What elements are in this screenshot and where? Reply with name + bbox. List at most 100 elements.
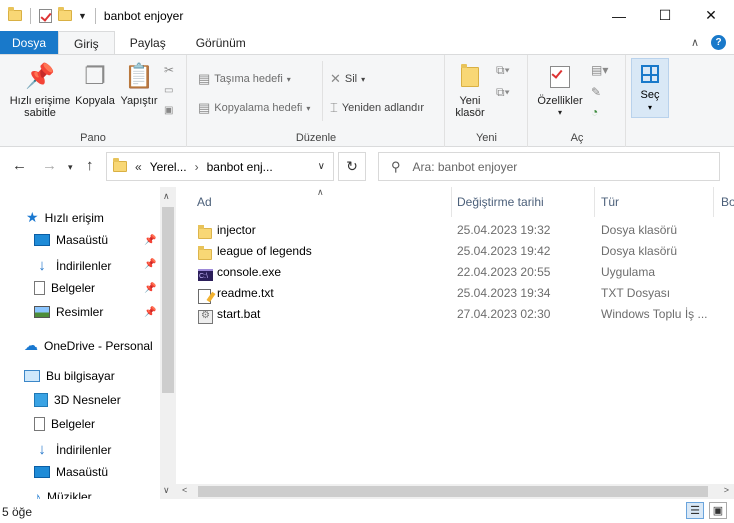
help-icon[interactable]: ? [711,35,726,50]
pin-icon: 📌 [25,63,55,90]
copy-button[interactable]: ❐ Kopyala [74,59,116,108]
table-row[interactable]: start.bat 27.04.2023 02:30 Windows Toplu… [176,304,734,325]
properties-check-icon[interactable] [39,8,52,23]
folder-icon [198,225,212,239]
column-header-name[interactable]: Ad [197,187,212,217]
collapse-ribbon-icon[interactable]: ∧ [691,36,699,49]
new-group: Yeni klasör ⧉▾ ⧉▾ Yeni [446,55,528,147]
back-arrow-icon[interactable]: ← [12,157,27,174]
column-header-type[interactable]: Tür [601,187,619,217]
new-folder-button[interactable]: Yeni klasör [450,59,490,119]
address-bar[interactable]: « Yerel... › banbot enj... ∨ [106,152,334,181]
copy-to-button[interactable]: ▤ Kopyalama hedefi ▾ [198,100,310,116]
download-arrow-icon: ↓ [38,257,46,274]
column-header-date[interactable]: Değiştirme tarihi [457,187,544,217]
up-arrow-icon[interactable]: ↑ [86,157,94,174]
scroll-down-arrow-icon[interactable]: ∨ [163,485,170,496]
breadcrumb-overflow[interactable]: « [135,160,142,174]
open-icon[interactable]: ▤▾ [591,63,608,77]
navigation-pane: ★ Hızlı erişim Masaüstü 📌 ↓ İndirilenler… [0,187,160,499]
file-name: injector [217,223,256,237]
rename-button[interactable]: ⌶ Yeniden adlandır [330,100,424,116]
pin-icon[interactable]: 📌 [144,259,156,270]
folder-icon [113,158,127,172]
nav-item-this-pc[interactable]: Bu bilgisayar [24,369,115,383]
breadcrumb-current[interactable]: banbot enj... [207,160,273,174]
pin-icon[interactable]: 📌 [144,307,156,318]
tab-home[interactable]: Giriş [58,31,115,55]
pin-quick-access-button[interactable]: 📌 Hızlı erişime sabitle [4,59,76,120]
search-input[interactable]: ⚲ Ara: banbot enjoyer [378,152,720,181]
scroll-left-arrow-icon[interactable]: < [182,485,187,495]
table-row[interactable]: C:\ console.exe 22.04.2023 20:55 Uygulam… [176,262,734,283]
customize-toolbar-dropdown-icon[interactable]: ▼ [78,11,87,21]
nav-item-3d-objects[interactable]: 3D Nesneler [34,393,121,407]
cut-icon[interactable]: ✂ [164,63,174,77]
scroll-right-arrow-icon[interactable]: > [724,485,729,495]
recent-locations-icon[interactable]: ▾ [68,162,73,173]
file-type: Dosya klasörü [601,223,678,237]
new-folder-icon[interactable] [58,7,72,21]
file-date: 25.04.2023 19:34 [457,286,551,300]
nav-item-music[interactable]: ♪ Müzikler [34,489,92,499]
dropdown-arrow-icon: ▾ [286,74,291,84]
dropdown-arrow-icon: ▾ [557,108,562,117]
table-row[interactable]: readme.txt 25.04.2023 19:34 TXT Dosyası [176,283,734,304]
refresh-button[interactable]: ↻ [338,152,366,181]
column-header-size[interactable]: Bo [721,187,734,217]
nav-pane-scrollbar[interactable]: ∧ ∨ [160,187,176,499]
easy-access-icon[interactable]: ⧉▾ [496,85,510,100]
tab-file[interactable]: Dosya [0,31,59,55]
dropdown-arrow-icon: ▾ [647,103,652,112]
delete-button[interactable]: ✕ Sil ▾ [330,71,365,87]
select-button[interactable]: Seç ▾ [631,58,669,118]
nav-item-pc-documents[interactable]: Belgeler [34,417,95,431]
paste-shortcut-icon[interactable]: ▣ [164,105,173,116]
nav-item-desktop[interactable]: Masaüstü [34,233,108,247]
file-date: 22.04.2023 20:55 [457,265,551,279]
item-count: 5 öğe [2,505,33,519]
details-view-button[interactable]: ☰ [686,502,704,519]
table-row[interactable]: injector 25.04.2023 19:32 Dosya klasörü [176,220,734,241]
table-row[interactable]: league of legends 25.04.2023 19:42 Dosya… [176,241,734,262]
breadcrumb-local-disk[interactable]: Yerel... [150,160,187,174]
tab-view[interactable]: Görünüm [181,31,261,55]
address-dropdown-icon[interactable]: ∨ [318,161,325,172]
maximize-button[interactable]: ☐ [642,0,688,31]
search-placeholder: Ara: banbot enjoyer [412,159,518,174]
nav-item-pictures[interactable]: Resimler [34,305,103,319]
folder-icon[interactable] [8,7,22,21]
move-to-button[interactable]: ▤ Taşıma hedefi ▾ [198,71,291,87]
pin-icon[interactable]: 📌 [144,235,156,246]
scroll-up-arrow-icon[interactable]: ∧ [163,191,170,202]
edit-icon[interactable]: ✎ [591,85,601,99]
nav-item-downloads[interactable]: ↓ İndirilenler [34,257,111,274]
nav-item-documents[interactable]: Belgeler [34,281,95,295]
tab-share[interactable]: Paylaş [115,31,181,55]
large-icons-view-button[interactable]: ▣ [709,502,727,519]
history-icon[interactable]: ◔ [591,105,598,119]
divider [713,187,714,217]
nav-item-pc-downloads[interactable]: ↓ İndirilenler [34,441,111,458]
properties-button[interactable]: Özellikler ▾ [533,59,587,119]
paste-button[interactable]: 📋 Yapıştır [118,59,160,108]
nav-item-onedrive[interactable]: ☁ OneDrive - Personal [24,337,153,354]
new-folder-icon [461,64,479,87]
open-group: Özellikler ▾ ▤▾ ✎ ◔ Aç [529,55,626,147]
horizontal-scrollbar[interactable]: < > [176,484,734,499]
file-type: Uygulama [601,265,656,279]
group-label-organize: Düzenle [295,132,337,144]
nav-item-pc-desktop[interactable]: Masaüstü [34,465,108,479]
large-icons-view-icon: ▣ [712,505,724,517]
scrollbar-thumb[interactable] [198,486,708,497]
copy-path-icon[interactable]: ▭ [164,85,173,96]
forward-arrow-icon[interactable]: → [42,157,57,174]
refresh-icon: ↻ [346,158,358,174]
minimize-button[interactable]: — [596,0,642,31]
delete-x-icon: ✕ [330,71,341,86]
nav-item-quick-access[interactable]: ★ Hızlı erişim [26,209,104,226]
scrollbar-thumb[interactable] [162,207,174,393]
pin-icon[interactable]: 📌 [144,283,156,294]
new-item-icon[interactable]: ⧉▾ [496,63,510,78]
close-button[interactable]: ✕ [688,0,734,31]
